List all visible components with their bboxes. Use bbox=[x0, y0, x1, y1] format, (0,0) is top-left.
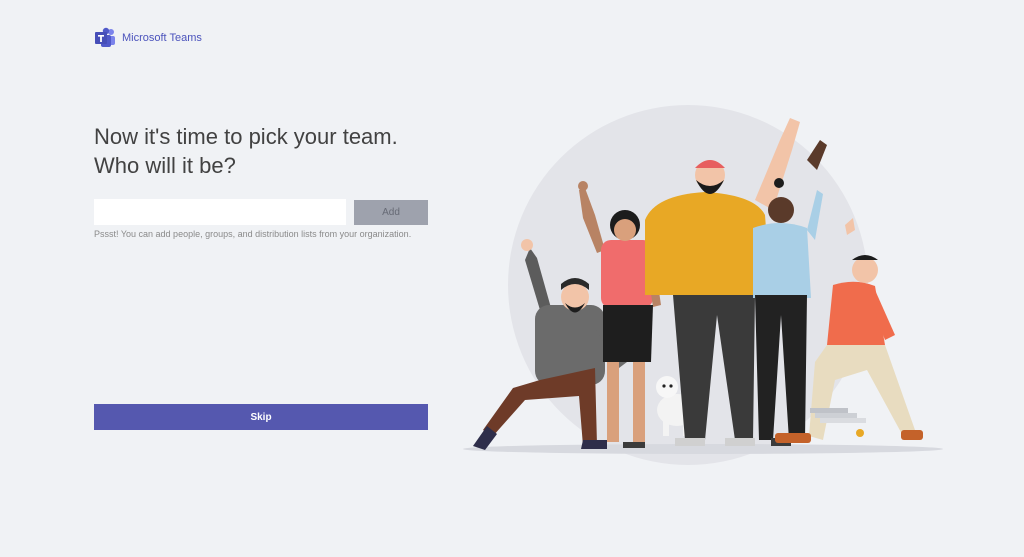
app-brand: Microsoft Teams bbox=[94, 27, 202, 49]
add-button[interactable]: Add bbox=[354, 200, 428, 225]
skip-button[interactable]: Skip bbox=[94, 404, 428, 430]
page-title: Now it's time to pick your team. Who wil… bbox=[94, 124, 398, 178]
teams-logo-icon bbox=[95, 27, 115, 47]
team-people-illustration bbox=[463, 105, 943, 465]
helper-text: Pssst! You can add people, groups, and d… bbox=[94, 229, 412, 239]
app-name: Microsoft Teams bbox=[122, 32, 202, 44]
team-member-input[interactable] bbox=[94, 199, 346, 225]
